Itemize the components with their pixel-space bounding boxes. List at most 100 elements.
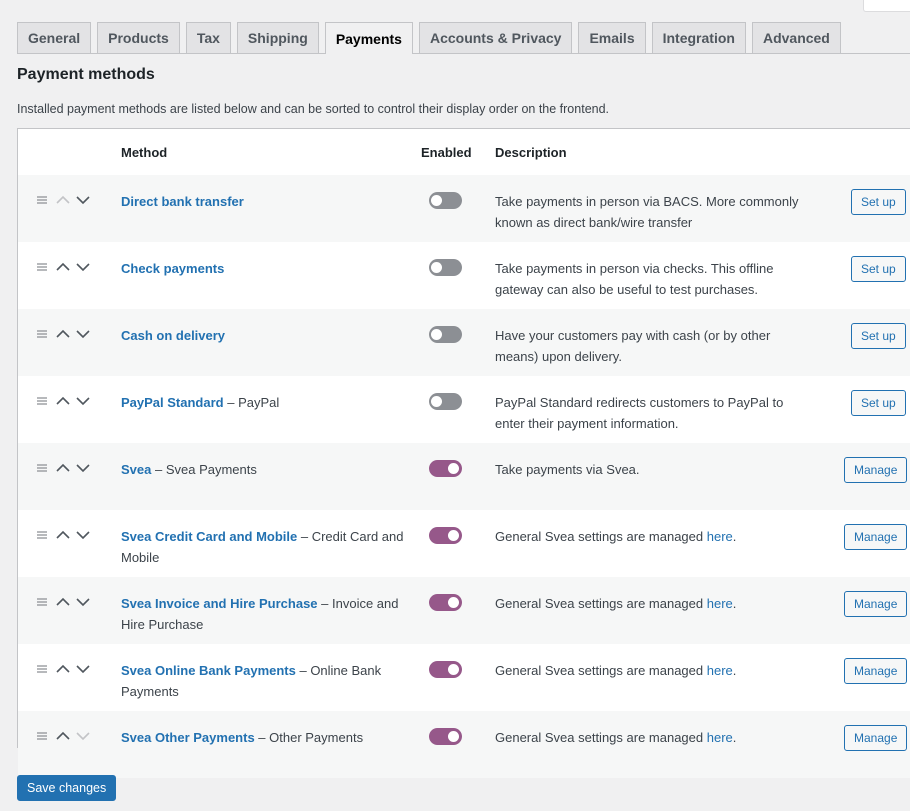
- tab-integration[interactable]: Integration: [651, 22, 746, 53]
- toggle-knob: [448, 664, 459, 675]
- sort-controls: [36, 662, 96, 676]
- manage-button[interactable]: Manage: [844, 658, 908, 684]
- set-up-button[interactable]: Set up: [851, 390, 906, 416]
- description-end: .: [732, 663, 737, 678]
- sort-controls: [36, 260, 96, 274]
- description-cell: General Svea settings are managed here.: [495, 526, 815, 547]
- enabled-toggle[interactable]: [429, 326, 462, 343]
- method-cell: Cash on delivery: [121, 325, 421, 346]
- manage-button[interactable]: Manage: [844, 457, 908, 483]
- manage-button[interactable]: Manage: [844, 725, 908, 751]
- section-title: Payment methods: [17, 66, 155, 83]
- description-text: Take payments via Svea.: [495, 462, 640, 477]
- description-cell: PayPal Standard redirects customers to P…: [495, 392, 815, 434]
- method-name-link[interactable]: Svea: [121, 462, 151, 477]
- header-method: Method: [121, 145, 168, 160]
- set-up-button[interactable]: Set up: [851, 256, 906, 282]
- description-cell: General Svea settings are managed here.: [495, 593, 815, 614]
- sort-controls: [36, 193, 96, 207]
- tab-accounts-privacy[interactable]: Accounts & Privacy: [418, 22, 573, 53]
- enabled-toggle[interactable]: [429, 259, 462, 276]
- table-row: PayPal Standard – PayPal PayPal Standard …: [18, 376, 910, 443]
- sort-controls: [36, 327, 96, 341]
- method-cell: Check payments: [121, 258, 421, 279]
- description-cell: General Svea settings are managed here.: [495, 727, 815, 748]
- method-cell: PayPal Standard – PayPal: [121, 392, 421, 413]
- method-cell: Direct bank transfer: [121, 191, 421, 212]
- set-up-button[interactable]: Set up: [851, 189, 906, 215]
- description-text: General Svea settings are managed: [495, 529, 707, 544]
- table-row: Check payments Take payments in person vi…: [18, 242, 910, 309]
- toggle-knob: [431, 329, 442, 340]
- payment-methods-table: Method Enabled Description Direct bank t…: [17, 128, 910, 778]
- enabled-toggle[interactable]: [429, 527, 462, 544]
- description-cell: Take payments in person via checks. This…: [495, 258, 815, 300]
- enabled-toggle[interactable]: [429, 460, 462, 477]
- method-cell: Svea Other Payments – Other Payments: [121, 727, 421, 748]
- table-row: Svea Invoice and Hire Purchase – Invoice…: [18, 577, 910, 644]
- description-text: General Svea settings are managed: [495, 730, 707, 745]
- toggle-knob: [448, 597, 459, 608]
- toggle-knob: [431, 262, 442, 273]
- tab-advanced[interactable]: Advanced: [751, 22, 841, 53]
- enabled-toggle[interactable]: [429, 192, 462, 209]
- description-cell: Take payments via Svea.: [495, 459, 815, 480]
- description-cell: Have your customers pay with cash (or by…: [495, 325, 815, 367]
- method-name-link[interactable]: Check payments: [121, 261, 224, 276]
- manage-button[interactable]: Manage: [844, 591, 908, 617]
- settings-tabs: General Products Tax Shipping Payments Accoun…: [17, 22, 910, 54]
- table-header: Method Enabled Description: [18, 129, 910, 176]
- description-text: Take payments in person via BACS. More c…: [495, 194, 799, 230]
- description-cell: General Svea settings are managed here.: [495, 660, 815, 681]
- method-name-link[interactable]: Svea Other Payments: [121, 730, 255, 745]
- description-end: .: [732, 596, 737, 611]
- method-cell: Svea – Svea Payments: [121, 459, 421, 480]
- description-text: Take payments in person via checks. This…: [495, 261, 774, 297]
- sort-controls: [36, 595, 96, 609]
- method-name-link[interactable]: PayPal Standard: [121, 395, 224, 410]
- enabled-toggle[interactable]: [429, 661, 462, 678]
- description-cell: Take payments in person via BACS. More c…: [495, 191, 815, 233]
- sort-controls: [36, 394, 96, 408]
- tab-shipping[interactable]: Shipping: [236, 22, 319, 53]
- save-changes-button[interactable]: Save changes: [17, 775, 117, 801]
- settings-here-link[interactable]: here: [707, 730, 733, 745]
- description-end: .: [732, 529, 737, 544]
- method-cell: Svea Invoice and Hire Purchase – Invoice…: [121, 593, 421, 635]
- enabled-toggle[interactable]: [429, 393, 462, 410]
- set-up-button[interactable]: Set up: [851, 323, 906, 349]
- tab-payments[interactable]: Payments: [324, 22, 413, 54]
- section-description: Installed payment methods are listed bel…: [17, 102, 610, 116]
- tab-tax[interactable]: Tax: [185, 22, 231, 53]
- top-corner-tab: [863, 0, 910, 12]
- toggle-knob: [448, 530, 459, 541]
- enabled-toggle[interactable]: [429, 728, 462, 745]
- tab-general[interactable]: General: [17, 22, 92, 53]
- settings-here-link[interactable]: here: [707, 529, 733, 544]
- toggle-knob: [448, 463, 459, 474]
- sort-controls: [36, 461, 96, 475]
- settings-here-link[interactable]: here: [707, 596, 733, 611]
- method-name-link[interactable]: Svea Credit Card and Mobile: [121, 529, 297, 544]
- manage-button[interactable]: Manage: [844, 524, 908, 550]
- method-name-link[interactable]: Svea Online Bank Payments: [121, 663, 296, 678]
- table-row: Svea Online Bank Payments – Online Bank …: [18, 644, 910, 711]
- settings-here-link[interactable]: here: [707, 663, 733, 678]
- method-name-link[interactable]: Svea Invoice and Hire Purchase: [121, 596, 318, 611]
- sort-controls: [36, 528, 96, 542]
- method-subtitle: – Svea Payments: [151, 462, 257, 477]
- header-enabled: Enabled: [421, 145, 472, 160]
- description-text: PayPal Standard redirects customers to P…: [495, 395, 784, 431]
- description-text: General Svea settings are managed: [495, 596, 707, 611]
- table-row: Svea Other Payments – Other Payments Gene…: [18, 711, 910, 778]
- method-name-link[interactable]: Direct bank transfer: [121, 194, 244, 209]
- description-text: Have your customers pay with cash (or by…: [495, 328, 771, 364]
- enabled-toggle[interactable]: [429, 594, 462, 611]
- tab-products[interactable]: Products: [97, 22, 180, 53]
- toggle-knob: [431, 396, 442, 407]
- tab-emails[interactable]: Emails: [578, 22, 646, 53]
- method-name-link[interactable]: Cash on delivery: [121, 328, 225, 343]
- method-cell: Svea Online Bank Payments – Online Bank …: [121, 660, 421, 702]
- method-cell: Svea Credit Card and Mobile – Credit Car…: [121, 526, 421, 568]
- toggle-knob: [448, 731, 459, 742]
